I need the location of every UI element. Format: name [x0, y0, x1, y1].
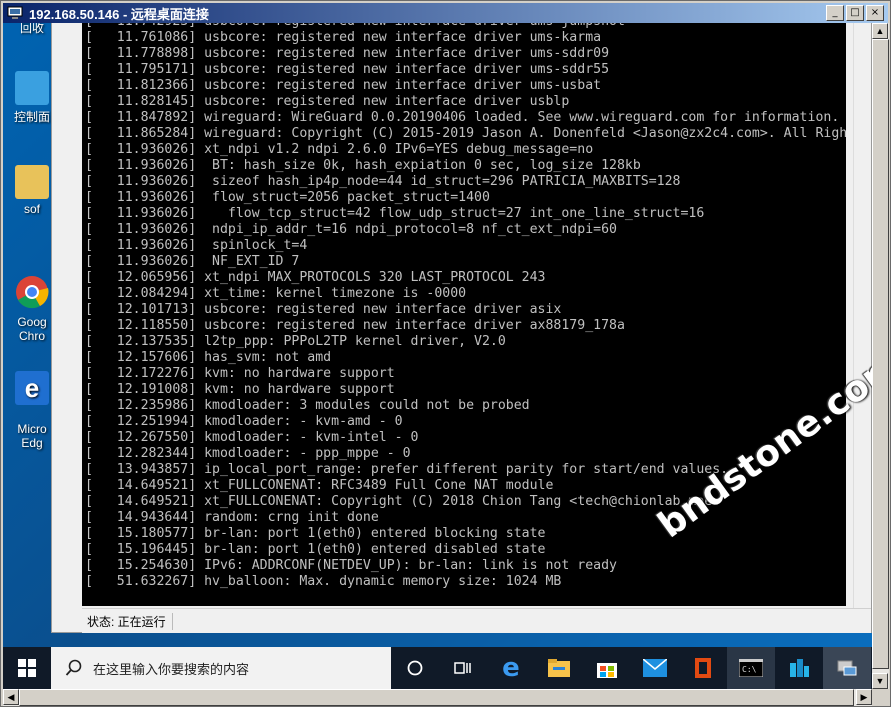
control-panel-icon	[15, 71, 49, 105]
maximize-button[interactable]: □	[846, 5, 864, 21]
taskbar-office[interactable]	[679, 647, 727, 689]
desktop-icon-recycle-bin[interactable]: 回收	[9, 23, 55, 36]
vm-console[interactable]: [ 11.742923] usbcore: registered new int…	[82, 23, 846, 606]
window-title: 192.168.50.146 - 远程桌面连接	[29, 6, 209, 22]
scroll-up-button[interactable]: ▲	[872, 23, 888, 39]
desktop-icon-label: Micro Edg	[17, 422, 47, 450]
desktop-icon-chrome[interactable]: Goog Chro	[9, 261, 55, 343]
taskbar-app[interactable]	[775, 647, 823, 689]
scroll-thumb[interactable]	[872, 39, 889, 669]
console-line: [ 12.235986] kmodloader: 3 modules could…	[85, 398, 530, 413]
edge-icon: e	[15, 371, 49, 405]
app-icon	[790, 659, 809, 677]
search-icon	[65, 659, 82, 676]
task-view-icon-button[interactable]	[439, 647, 487, 689]
console-line: [ 15.180577] br-lan: port 1(eth0) entere…	[85, 526, 546, 541]
hyperv-icon	[837, 660, 857, 676]
console-line: [ 11.778898] usbcore: registered new int…	[85, 46, 610, 61]
vm-status-label: 状态: 正在运行	[82, 612, 173, 630]
remote-desktop[interactable]: 回收 控制面 sof Goog Chro e Micro Edg [11.76…	[3, 23, 872, 689]
console-line: [ 15.254630] IPv6: ADDRCONF(NETDEV_UP): …	[85, 558, 617, 573]
remote-desktop-icon	[7, 6, 23, 19]
start-button[interactable]	[3, 647, 51, 689]
taskbar-edge[interactable]: e	[487, 647, 535, 689]
taskbar-cmd[interactable]: C:\	[727, 647, 775, 689]
vm-status-bar: 状态: 正在运行	[82, 608, 871, 633]
desktop-icon-label: Goog Chro	[17, 315, 47, 343]
console-line: [ 11.742923] usbcore: registered new int…	[85, 23, 846, 30]
console-line: [ 11.936026] xt_ndpi v1.2 ndpi 2.6.0 IPv…	[85, 142, 594, 157]
taskbar-file-explorer[interactable]	[535, 647, 583, 689]
console-line: [ 12.172276] kvm: no hardware support	[85, 366, 395, 381]
rdp-window: 192.168.50.146 - 远程桌面连接 _ □ × 回收 控制面 sof	[0, 0, 891, 707]
console-line: [ 11.795171] usbcore: registered new int…	[85, 62, 610, 77]
vm-scrollbar[interactable]	[853, 23, 871, 616]
taskbar-store[interactable]	[583, 647, 631, 689]
console-line: [ 12.191008] kvm: no hardware support	[85, 382, 395, 397]
console-line: [ 11.865284] wireguard: Copyright (C) 20…	[85, 126, 846, 141]
edge-icon: e	[502, 653, 520, 683]
task-view-icon	[454, 662, 471, 674]
console-line: [ 12.137535] l2tp_ppp: PPPoL2TP kernel d…	[85, 334, 506, 349]
cortana-icon	[407, 660, 423, 676]
scroll-down-button[interactable]: ▼	[872, 673, 888, 689]
console-line: [ 11.761086] usbcore: registered new int…	[85, 30, 602, 45]
mail-icon	[643, 659, 667, 677]
console-line: [ 11.936026] BT: hash_size 0k, hash_expi…	[85, 158, 641, 173]
console-line: [ 11.936026] flow_struct=2056 packet_str…	[85, 190, 490, 205]
minimize-button[interactable]: _	[826, 5, 844, 21]
console-line: [ 11.936026] NF_EXT_ID 7	[85, 254, 300, 269]
scroll-right-button[interactable]: ▶	[856, 689, 872, 705]
console-line: [ 11.828145] usbcore: registered new int…	[85, 94, 570, 109]
desktop-icon-folder[interactable]: sof	[9, 165, 55, 216]
taskbar-hyperv[interactable]	[823, 647, 871, 689]
console-line: [ 11.936026] ndpi_ip_addr_t=16 ndpi_prot…	[85, 222, 617, 237]
console-line: [ 12.101713] usbcore: registered new int…	[85, 302, 562, 317]
desktop-icon-edge[interactable]: e Micro Edg	[9, 357, 55, 450]
office-icon	[695, 658, 711, 678]
console-line: [ 11.847892] wireguard: WireGuard 0.0.20…	[85, 110, 840, 125]
console-line: [ 12.084294] xt_time: kernel timezone is…	[85, 286, 467, 301]
scroll-thumb[interactable]	[19, 689, 854, 706]
taskbar-search[interactable]: 在这里输入你要搜索的内容	[51, 647, 391, 689]
console-line: [ 11.812366] usbcore: registered new int…	[85, 78, 602, 93]
console-line: [ 12.251994] kmodloader: - kvm-amd - 0	[85, 414, 403, 429]
file-explorer-icon	[548, 659, 570, 677]
rdp-titlebar[interactable]: 192.168.50.146 - 远程桌面连接 _ □ ×	[3, 3, 888, 23]
desktop-icon-label: 回收	[19, 23, 44, 35]
console-line: [ 12.065956] xt_ndpi MAX_PROTOCOLS 320 L…	[85, 270, 546, 285]
svg-text:C:\: C:\	[742, 665, 757, 674]
folder-icon	[15, 165, 49, 199]
close-button[interactable]: ×	[866, 5, 884, 21]
windows-logo-icon	[18, 659, 36, 677]
console-line: [ 11.936026] spinlock_t=4	[85, 238, 308, 253]
store-icon	[597, 663, 617, 678]
console-line: [ 12.118550] usbcore: registered new int…	[85, 318, 625, 333]
cmd-icon: C:\	[739, 659, 763, 677]
vm-connection-window: [ 11.742923] usbcore: registered new int…	[51, 23, 872, 633]
chrome-icon	[16, 276, 49, 309]
desktop-icon-label: 控制面	[13, 110, 50, 124]
task-view-button[interactable]	[391, 647, 439, 689]
console-line: [ 15.196445] br-lan: port 1(eth0) entere…	[85, 542, 546, 557]
desktop-icon-label: sof	[23, 202, 40, 216]
console-line: [ 11.936026] flow_tcp_struct=42 flow_udp…	[85, 206, 705, 221]
console-line: [ 12.267550] kmodloader: - kvm-intel - 0	[85, 430, 419, 445]
search-placeholder: 在这里输入你要搜索的内容	[93, 661, 250, 677]
rdp-horizontal-scrollbar[interactable]: ◀ ▶	[3, 689, 872, 706]
rdp-vertical-scrollbar[interactable]: ▲ ▼	[872, 23, 889, 689]
scroll-left-button[interactable]: ◀	[3, 689, 19, 705]
console-line: [ 12.157606] has_svm: not amd	[85, 350, 332, 365]
console-line: [ 11.936026] sizeof hash_ip4p_node=44 id…	[85, 174, 681, 189]
console-line: [ 14.943644] random: crng init done	[85, 510, 379, 525]
desktop-icon-control-panel[interactable]: 控制面	[9, 71, 55, 125]
console-line: [ 51.632267] hv_balloon: Max. dynamic me…	[85, 574, 562, 589]
taskbar-mail[interactable]	[631, 647, 679, 689]
taskbar: 在这里输入你要搜索的内容 e C:\	[3, 647, 872, 689]
